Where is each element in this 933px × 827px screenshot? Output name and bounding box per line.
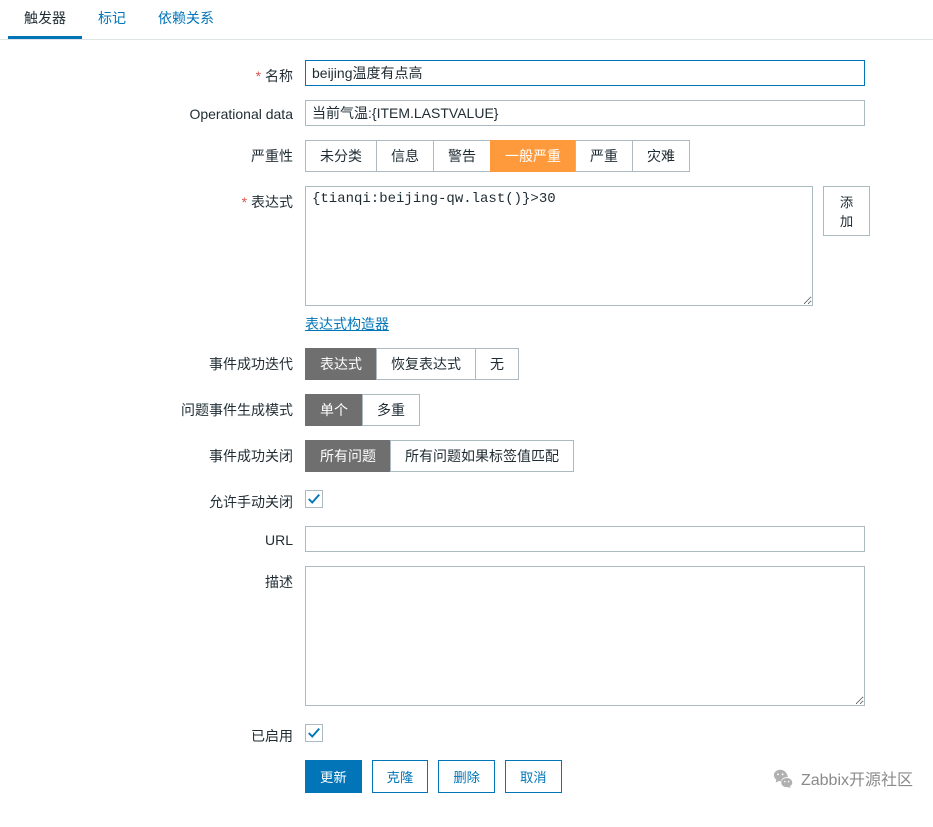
ok-close-group: 所有问题 所有问题如果标签值匹配	[305, 440, 574, 472]
severity-5[interactable]: 灾难	[632, 140, 690, 172]
expression-builder-link[interactable]: 表达式构造器	[305, 316, 389, 332]
check-icon	[307, 492, 321, 506]
update-button[interactable]: 更新	[305, 760, 362, 793]
severity-2[interactable]: 警告	[433, 140, 491, 172]
tab-trigger[interactable]: 触发器	[8, 0, 82, 39]
label-description: 描述	[10, 566, 305, 592]
watermark: Zabbix开源社区	[773, 766, 913, 790]
ok-iter-recovery[interactable]: 恢复表达式	[376, 348, 476, 380]
tab-tags[interactable]: 标记	[82, 0, 142, 39]
prob-mode-single[interactable]: 单个	[305, 394, 363, 426]
prob-mode-multiple[interactable]: 多重	[362, 394, 420, 426]
url-input[interactable]	[305, 526, 865, 552]
severity-4[interactable]: 严重	[575, 140, 633, 172]
clone-button[interactable]: 克隆	[372, 760, 429, 793]
label-url: URL	[10, 526, 305, 548]
tabs: 触发器 标记 依赖关系	[0, 0, 933, 40]
severity-group: 未分类 信息 警告 一般严重 严重 灾难	[305, 140, 690, 172]
ok-iter-none[interactable]: 无	[475, 348, 519, 380]
cancel-button[interactable]: 取消	[505, 760, 562, 793]
severity-0[interactable]: 未分类	[305, 140, 377, 172]
ok-close-all[interactable]: 所有问题	[305, 440, 391, 472]
description-textarea[interactable]	[305, 566, 865, 706]
ok-iter-group: 表达式 恢复表达式 无	[305, 348, 519, 380]
expression-textarea[interactable]: {tianqi:beijing-qw.last()}>30	[305, 186, 813, 306]
trigger-form: 名称 Operational data 严重性 未分类 信息 警告 一般严重 严…	[0, 40, 933, 827]
severity-3[interactable]: 一般严重	[490, 140, 576, 172]
label-manual-close: 允许手动关闭	[10, 486, 305, 512]
enabled-checkbox[interactable]	[305, 724, 323, 742]
label-severity: 严重性	[10, 140, 305, 166]
manual-close-checkbox[interactable]	[305, 490, 323, 508]
label-enabled: 已启用	[10, 720, 305, 746]
label-name: 名称	[10, 60, 305, 86]
check-icon	[307, 726, 321, 740]
add-button[interactable]: 添加	[823, 186, 870, 236]
label-ok-close: 事件成功关闭	[10, 440, 305, 466]
label-opdata: Operational data	[10, 100, 305, 122]
severity-1[interactable]: 信息	[376, 140, 434, 172]
name-input[interactable]	[305, 60, 865, 86]
opdata-input[interactable]	[305, 100, 865, 126]
wechat-icon	[773, 768, 795, 788]
ok-close-tags[interactable]: 所有问题如果标签值匹配	[390, 440, 574, 472]
delete-button[interactable]: 删除	[438, 760, 495, 793]
label-expression: 表达式	[10, 186, 305, 212]
label-prob-mode: 问题事件生成模式	[10, 394, 305, 420]
ok-iter-expr[interactable]: 表达式	[305, 348, 377, 380]
label-ok-iter: 事件成功迭代	[10, 348, 305, 374]
watermark-text: Zabbix开源社区	[801, 766, 913, 790]
prob-mode-group: 单个 多重	[305, 394, 420, 426]
tab-dependencies[interactable]: 依赖关系	[142, 0, 230, 39]
